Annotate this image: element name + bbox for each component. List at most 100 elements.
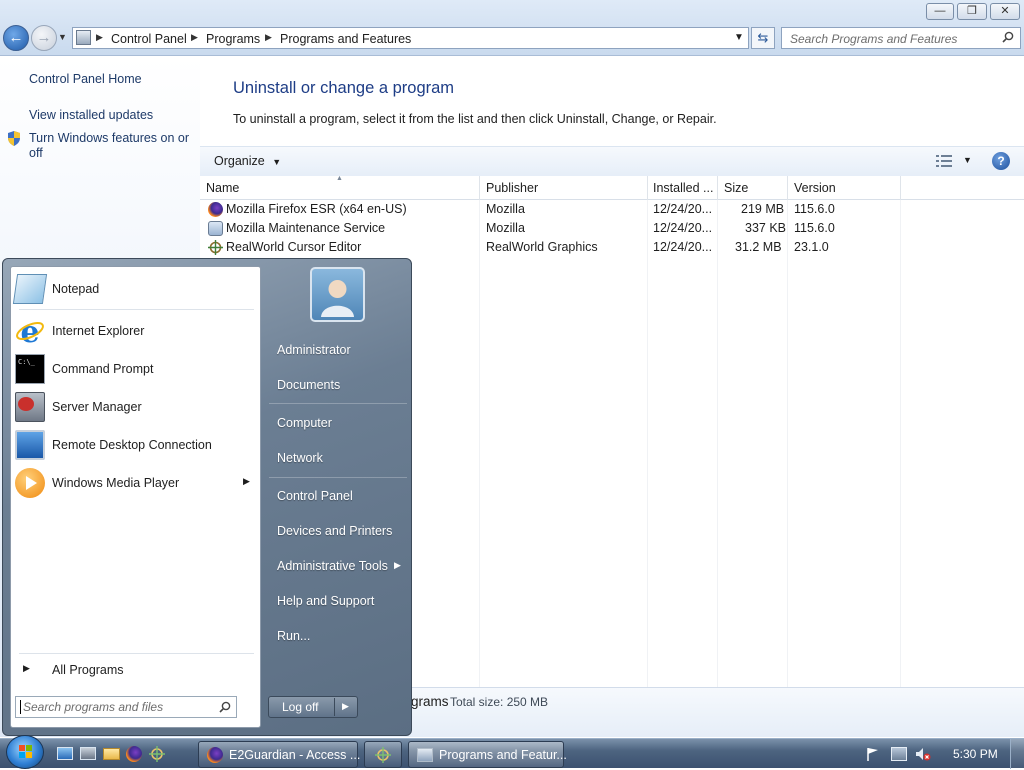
start-link-administrator[interactable]: Administrator <box>277 343 351 357</box>
start-link-control-panel[interactable]: Control Panel <box>277 489 353 503</box>
program-size: 219 MB <box>741 202 785 216</box>
start-link-administrative-tools[interactable]: Administrative Tools <box>277 559 388 573</box>
start-link-computer[interactable]: Computer <box>277 416 332 430</box>
notepad-icon <box>12 274 48 304</box>
server-manager-quicklaunch-icon[interactable] <box>80 747 96 760</box>
maintenance-service-icon <box>208 221 223 236</box>
svg-text:e: e <box>20 316 39 346</box>
page-title: Uninstall or change a program <box>233 79 455 97</box>
start-item-notepad[interactable]: Notepad <box>11 271 260 307</box>
log-off-button[interactable]: Log off ▶ <box>268 696 358 718</box>
start-search-input[interactable]: Search programs and files <box>15 696 237 718</box>
firefox-icon <box>207 747 223 763</box>
taskbar: E2Guardian - Access ... Programs and Fea… <box>0 735 1024 769</box>
program-installed: 12/24/20... <box>653 221 713 235</box>
submenu-arrow-icon: ▶ <box>243 476 250 486</box>
start-item-server-manager[interactable]: Server Manager <box>11 389 260 425</box>
program-version: 23.1.0 <box>794 240 829 254</box>
user-avatar[interactable] <box>310 267 365 322</box>
task-label: Programs and Featur... <box>439 748 567 762</box>
control-panel-home-link[interactable]: Control Panel Home <box>29 72 142 86</box>
column-publisher[interactable]: Publisher <box>486 181 538 195</box>
back-button[interactable]: ← <box>3 25 29 51</box>
expand-arrow-icon: ▶ <box>23 663 30 673</box>
program-publisher: Mozilla <box>486 202 525 216</box>
close-button[interactable]: ✕ <box>990 3 1020 20</box>
maximize-button[interactable]: ❐ <box>957 3 987 20</box>
start-item-internet-explorer[interactable]: e Internet Explorer <box>11 313 260 350</box>
minimize-button[interactable]: — <box>926 3 954 20</box>
column-size[interactable]: Size <box>724 181 748 195</box>
start-link-help-and-support[interactable]: Help and Support <box>277 594 374 608</box>
program-version: 115.6.0 <box>794 221 835 235</box>
start-link-devices-and-printers[interactable]: Devices and Printers <box>277 524 392 538</box>
table-row[interactable]: Mozilla Maintenance Service Mozilla 12/2… <box>204 219 904 238</box>
task-label: E2Guardian - Access ... <box>229 748 361 762</box>
windows-features-link[interactable]: Turn Windows features on or off <box>29 131 194 161</box>
view-options-icon[interactable] <box>936 155 952 167</box>
breadcrumb-programs-and-features[interactable]: Programs and Features <box>280 32 411 46</box>
forward-button[interactable]: → <box>31 25 57 51</box>
view-dropdown-icon[interactable]: ▼ <box>963 155 972 165</box>
folder-quicklaunch-icon[interactable] <box>103 748 120 760</box>
refresh-icon[interactable]: ⇆ <box>751 27 775 49</box>
taskbar-task-e2guardian[interactable]: E2Guardian - Access ... <box>198 741 361 768</box>
table-row[interactable]: RealWorld Cursor Editor RealWorld Graphi… <box>204 238 904 257</box>
control-panel-folder-icon <box>76 30 91 45</box>
search-icon[interactable] <box>219 701 231 713</box>
start-link-run[interactable]: Run... <box>277 629 310 643</box>
details-total-size: Total size: 250 MB <box>450 695 549 709</box>
cursor-editor-quicklaunch-icon[interactable] <box>149 746 165 762</box>
start-item-label: Windows Media Player <box>52 476 180 490</box>
show-desktop-quicklaunch-icon[interactable] <box>57 747 73 760</box>
submenu-arrow-icon: ▶ <box>394 560 401 570</box>
column-installed-on[interactable]: Installed ... <box>653 181 713 195</box>
program-publisher: Mozilla <box>486 221 525 235</box>
network-icon[interactable] <box>891 747 907 761</box>
start-link-documents[interactable]: Documents <box>277 378 340 392</box>
volume-muted-icon[interactable] <box>915 747 931 761</box>
divider <box>334 698 335 716</box>
column-name[interactable]: Name <box>206 181 239 195</box>
command-prompt-icon: C:\_ <box>15 354 45 384</box>
recent-pages-dropdown-icon[interactable]: ▼ <box>58 32 67 42</box>
table-row[interactable]: Mozilla Firefox ESR (x64 en-US) Mozilla … <box>204 200 904 219</box>
start-orb-icon[interactable] <box>6 735 44 769</box>
start-search-placeholder: Search programs and files <box>23 700 164 714</box>
column-header-row: ▲ Name Publisher Installed ... Size Vers… <box>200 175 1024 200</box>
breadcrumb-separator-icon[interactable]: ▶ <box>191 32 198 43</box>
start-menu: Notepad e Internet Explorer C:\_ Command… <box>2 258 412 736</box>
start-item-media-player[interactable]: Windows Media Player ▶ <box>11 465 260 501</box>
start-link-network[interactable]: Network <box>277 451 323 465</box>
details-partial-text: grams <box>411 694 449 709</box>
organize-button[interactable]: Organize ▼ <box>214 154 281 168</box>
breadcrumb-separator-icon[interactable]: ▶ <box>265 32 272 43</box>
start-item-command-prompt[interactable]: C:\_ Command Prompt <box>11 351 260 387</box>
clock[interactable]: 5:30 PM <box>953 747 998 761</box>
breadcrumb-separator-icon[interactable]: ▶ <box>96 32 103 43</box>
breadcrumb-programs[interactable]: Programs <box>206 32 260 46</box>
search-input[interactable]: Search Programs and Features <box>781 27 1021 49</box>
view-installed-updates-link[interactable]: View installed updates <box>29 108 153 122</box>
help-icon[interactable]: ? <box>992 152 1010 170</box>
log-off-label: Log off <box>282 700 319 714</box>
firefox-quicklaunch-icon[interactable] <box>126 746 142 762</box>
page-description: To uninstall a program, select it from t… <box>233 112 717 126</box>
address-bar[interactable]: ▶ Control Panel ▶ Programs ▶ Programs an… <box>72 27 749 49</box>
taskbar-task-cursor-editor[interactable] <box>364 741 402 768</box>
action-center-flag-icon[interactable] <box>866 747 880 761</box>
start-item-remote-desktop[interactable]: Remote Desktop Connection <box>11 427 260 463</box>
all-programs-button[interactable]: ▶ All Programs <box>19 661 254 681</box>
search-icon[interactable] <box>1002 31 1014 43</box>
command-bar: Organize ▼ ▼ ? <box>200 146 1024 176</box>
divider <box>19 309 254 310</box>
start-item-label: Internet Explorer <box>52 324 145 338</box>
show-desktop-button[interactable] <box>1010 739 1024 769</box>
address-dropdown-icon[interactable]: ▼ <box>734 32 744 43</box>
taskbar-task-programs-and-features[interactable]: Programs and Featur... <box>408 741 567 768</box>
breadcrumb-control-panel[interactable]: Control Panel <box>111 32 187 46</box>
column-version[interactable]: Version <box>794 181 836 195</box>
shutdown-options-icon[interactable]: ▶ <box>342 701 349 712</box>
text-cursor <box>20 700 21 714</box>
chevron-down-icon: ▼ <box>272 157 282 167</box>
